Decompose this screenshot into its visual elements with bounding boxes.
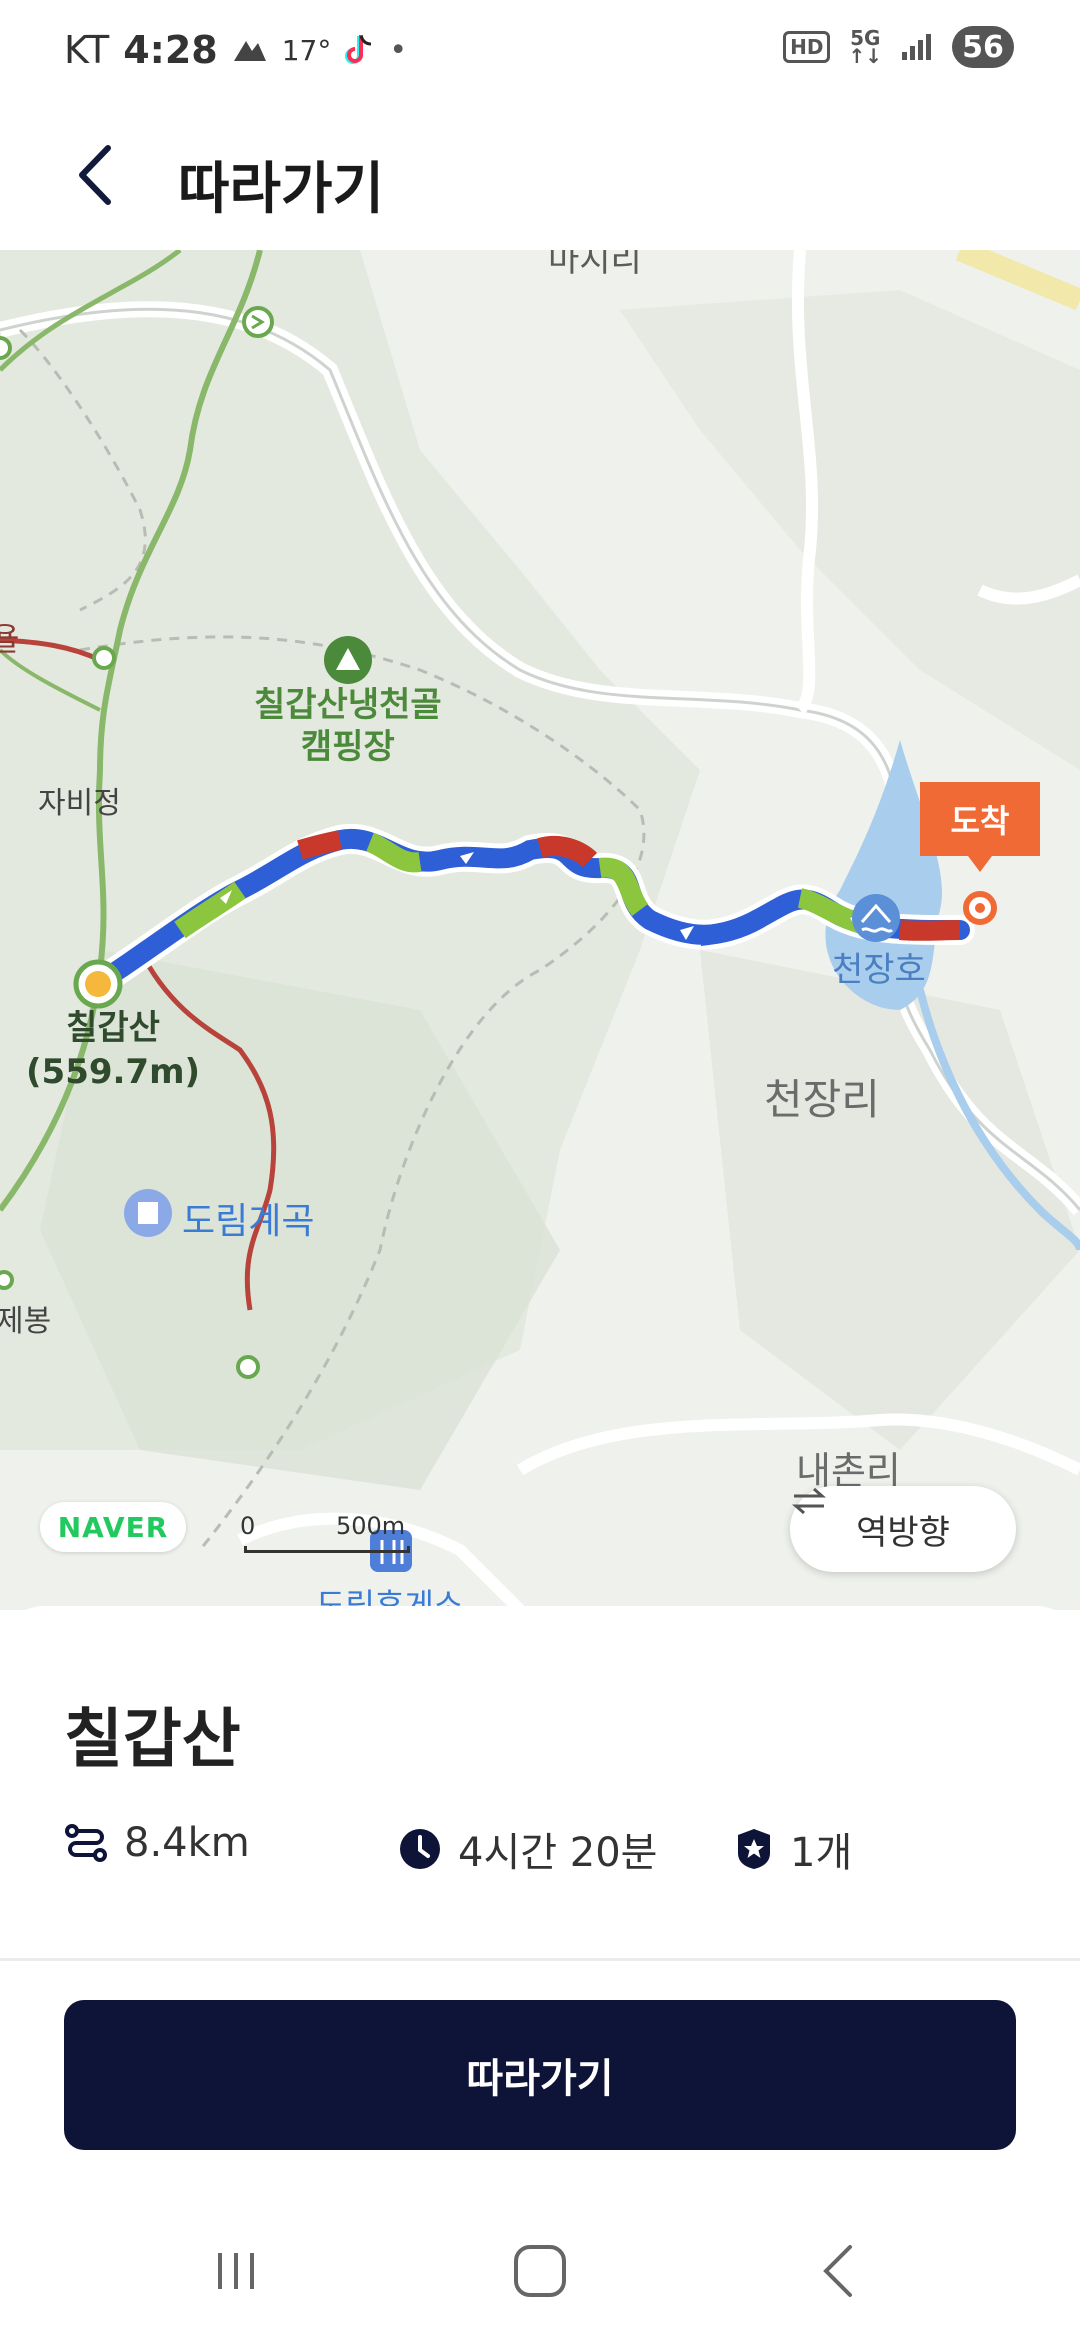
map-label-cheonjangri: 천장리 [764, 1075, 880, 1124]
map-label-valley: 도림계곡 [182, 1201, 315, 1242]
5g-icon: 5G ↑↓ [848, 26, 882, 68]
map-scale: 0 500m [240, 1512, 410, 1553]
tiktok-icon [345, 35, 372, 64]
notification-dot-icon: • [389, 32, 408, 68]
carrier-label: KT [64, 28, 110, 72]
naver-logo: NAVER [40, 1502, 186, 1552]
hd-voice-icon: HD [783, 31, 831, 63]
chevron-left-icon [79, 145, 111, 205]
reverse-direction-button[interactable]: 역방향 [790, 1486, 1016, 1572]
duration-value: 4시간 20분 [458, 1830, 658, 1876]
map-label-camp: 칠갑산냉천골 캠핑장 [254, 685, 442, 767]
distance-value: 8.4km [124, 1820, 250, 1866]
trail-stats: 8.4km 4시간 20분 1개 [64, 1820, 1024, 1880]
map-label-reservoir: 천장호 [832, 950, 926, 990]
status-right: HD 5G ↑↓ 56 [783, 26, 1014, 68]
recents-button[interactable] [196, 2236, 276, 2306]
peak-height: (559.7m) [26, 1052, 201, 1092]
route-map[interactable]: 마지리 칠갑산냉천골 캠핑장 자비정 욜 칠갑산 (559.7m) 도림계곡 제… [0, 250, 1080, 1610]
back-button[interactable] [70, 140, 130, 210]
reverse-direction-label: 역방향 [856, 1512, 950, 1553]
scale-zero: 0 [240, 1512, 256, 1540]
home-icon [514, 2245, 566, 2297]
map-label-pavilion: 자비정 [38, 786, 121, 821]
temperature: 17° [281, 33, 332, 67]
recents-icon [218, 2253, 254, 2289]
clock: 4:28 [123, 28, 218, 72]
follow-button[interactable]: 따라가기 [64, 2000, 1016, 2150]
swap-arrows-icon [792, 1487, 826, 1515]
map-label-trail-stub: 욜 [0, 620, 20, 658]
back-nav-button[interactable] [800, 2236, 880, 2306]
app-header: 따라가기 [0, 100, 1080, 250]
page-title: 따라가기 [178, 157, 385, 222]
arrival-marker: 도착 [920, 782, 1040, 872]
stat-duration: 4시간 20분 [398, 1820, 657, 1878]
clock-icon [400, 1829, 440, 1869]
system-nav-bar [0, 2200, 1080, 2340]
weather-icon [233, 41, 266, 61]
battery-icon: 56 [952, 26, 1014, 68]
trail-name: 칠갑산 [64, 1703, 241, 1777]
peak-name: 칠갑산 [66, 1008, 160, 1048]
route-distance-icon [65, 1824, 107, 1862]
stat-stamps: 1개 [734, 1820, 852, 1878]
map-label-peak: 칠갑산 (559.7m) [26, 1006, 200, 1094]
map-label-majiri: 마지리 [548, 250, 642, 280]
scale-bar [244, 1546, 410, 1553]
scale-distance: 500m [336, 1512, 406, 1540]
sheet-divider [0, 1958, 1080, 1961]
badge-star-icon [738, 1829, 770, 1869]
map-label-left-peak: 제봉 [0, 1304, 52, 1339]
stat-distance: 8.4km [64, 1820, 250, 1866]
stamps-value: 1개 [790, 1830, 853, 1876]
signal-icon [902, 34, 931, 60]
map-canvas[interactable] [0, 250, 1080, 1610]
back-icon [823, 2245, 852, 2297]
home-button[interactable] [500, 2236, 580, 2306]
status-left: KT 4:28 17° • [64, 28, 407, 72]
status-bar: KT 4:28 17° • HD 5G ↑↓ 56 [0, 0, 1080, 100]
